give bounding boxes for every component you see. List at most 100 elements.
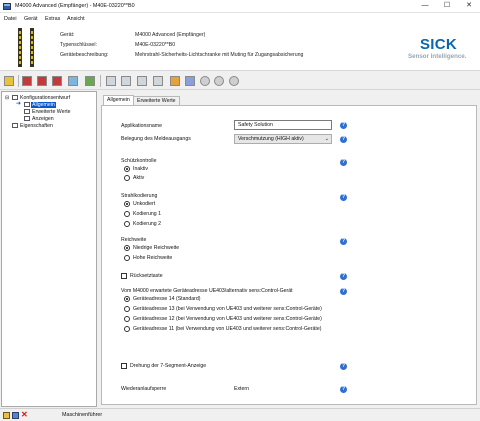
contactor-inactive-radio[interactable] bbox=[124, 166, 130, 172]
collapse-icon[interactable]: ⊟ bbox=[5, 95, 9, 101]
content-panel: Allgemein Erweiterte Werte Applikationsn… bbox=[100, 91, 480, 407]
contactor-active-label: Aktiv bbox=[133, 175, 145, 181]
status-bar: ✕ Maschinenführer bbox=[0, 408, 480, 421]
range-label: Reichweite bbox=[121, 237, 147, 243]
range-high-label: Hohe Reichweite bbox=[133, 255, 173, 261]
coding-none-label: Unkodiert bbox=[133, 201, 156, 207]
disabled-action-icon[interactable] bbox=[229, 76, 239, 86]
help-icon[interactable]: ? bbox=[340, 273, 347, 280]
help-icon[interactable]: ? bbox=[340, 386, 347, 393]
restart-value: Extern bbox=[234, 386, 249, 392]
tree-item-label: Erweiterte Werte bbox=[32, 109, 71, 115]
help-icon[interactable]: ? bbox=[340, 136, 347, 143]
output-select[interactable]: Verschmutzung (HIGH aktiv) ⌄ bbox=[234, 134, 332, 144]
document-icon bbox=[12, 95, 18, 100]
sick-tagline: Sensor Intelligence. bbox=[408, 53, 467, 60]
upload-icon[interactable] bbox=[106, 76, 116, 86]
beam-coding-label: Strahlkodierung bbox=[121, 193, 158, 199]
address-11-radio[interactable] bbox=[124, 326, 130, 332]
rotate-display-checkbox[interactable] bbox=[121, 363, 127, 369]
title-bar: M4000 Advanced (Empfänger) - M40E-03220*… bbox=[0, 0, 480, 13]
connection-icon bbox=[12, 412, 19, 419]
download-icon[interactable] bbox=[121, 76, 131, 86]
help-icon[interactable]: ? bbox=[340, 288, 347, 295]
network-icon[interactable] bbox=[185, 76, 195, 86]
address-12-radio[interactable] bbox=[124, 316, 130, 322]
address-11-label: Geräteadresse 11 (bei Verwendung von UE4… bbox=[133, 326, 322, 332]
window-title: M4000 Advanced (Empfänger) - M40E-03220*… bbox=[15, 3, 135, 9]
grid-icon[interactable] bbox=[153, 76, 163, 86]
coding-2-radio[interactable] bbox=[124, 221, 130, 227]
device-label: Gerät: bbox=[60, 32, 75, 38]
toolbar bbox=[0, 72, 480, 90]
restart-label: Wiederanlaufsperre bbox=[121, 386, 167, 392]
light-curtain-right-image bbox=[30, 28, 34, 67]
description-value: Mehrstrahl-Sicherheits-Lichtschranke mit… bbox=[135, 52, 304, 58]
type-key-label: Typenschlüssel: bbox=[60, 42, 97, 48]
menu-bar: Datei Gerät Extras Ansicht bbox=[0, 13, 480, 24]
help-icon[interactable]: ? bbox=[340, 194, 347, 201]
coding-1-radio[interactable] bbox=[124, 211, 130, 217]
maximize-button[interactable]: ☐ bbox=[436, 0, 458, 12]
device-header: Gerät: Typenschlüssel: Gerätebeschreibun… bbox=[0, 24, 480, 71]
configuration-tree: ⊟ Konfigurationsentwurf ➜ Allgemein Erwe… bbox=[1, 91, 97, 407]
disabled-action-icon[interactable] bbox=[200, 76, 210, 86]
contactor-inactive-label: Inaktiv bbox=[133, 166, 148, 172]
range-low-label: Niedrige Reichweite bbox=[133, 245, 180, 251]
coding-1-label: Kodierung 1 bbox=[133, 211, 161, 217]
user-key-icon[interactable] bbox=[170, 76, 180, 86]
address-14-label: Geräteadresse 14 (Standard) bbox=[133, 296, 201, 302]
sick-logo: SICK bbox=[420, 36, 458, 53]
reset-button-checkbox[interactable] bbox=[121, 273, 127, 279]
document-icon bbox=[24, 102, 30, 107]
reset-button-label: Rücksetztaste bbox=[130, 273, 163, 279]
device-status-icon bbox=[3, 412, 10, 419]
config-tool-icon[interactable] bbox=[4, 76, 14, 86]
tab-allgemein[interactable]: Allgemein bbox=[103, 95, 134, 105]
coding-2-label: Kodierung 2 bbox=[133, 221, 161, 227]
address-13-radio[interactable] bbox=[124, 306, 130, 312]
toolbar-separator bbox=[18, 75, 19, 87]
document-icon bbox=[24, 116, 30, 121]
app-name-label: Applikationsname bbox=[121, 123, 162, 129]
minimize-button[interactable]: — bbox=[414, 0, 436, 12]
window-icon[interactable] bbox=[37, 76, 47, 86]
device-value: M4000 Advanced (Empfänger) bbox=[135, 32, 206, 38]
address-13-label: Geräteadresse 13 (bei Verwendung von UE4… bbox=[133, 306, 322, 312]
contactor-active-radio[interactable] bbox=[124, 175, 130, 181]
address-12-label: Geräteadresse 12 (bei Verwendung von UE4… bbox=[133, 316, 322, 322]
compare-icon[interactable] bbox=[137, 76, 147, 86]
tab-erweiterte-werte[interactable]: Erweiterte Werte bbox=[133, 96, 180, 105]
light-curtain-left-image bbox=[18, 28, 22, 67]
chevron-down-icon: ⌄ bbox=[324, 136, 329, 142]
menu-geraet[interactable]: Gerät bbox=[24, 16, 37, 22]
device-window-icon[interactable] bbox=[22, 76, 32, 86]
help-icon[interactable]: ? bbox=[340, 122, 347, 129]
menu-datei[interactable]: Datei bbox=[4, 16, 17, 22]
tab-page-allgemein: Applikationsname Safety Solution ? Beleg… bbox=[101, 105, 477, 405]
app-name-input[interactable]: Safety Solution bbox=[234, 120, 332, 130]
menu-ansicht[interactable]: Ansicht bbox=[67, 16, 85, 22]
coding-none-radio[interactable] bbox=[124, 201, 130, 207]
range-low-radio[interactable] bbox=[124, 245, 130, 251]
user-level: Maschinenführer bbox=[62, 412, 103, 418]
range-high-radio[interactable] bbox=[124, 255, 130, 261]
document-icon bbox=[24, 109, 30, 114]
panel-icon[interactable] bbox=[52, 76, 62, 86]
disabled-action-icon[interactable] bbox=[214, 76, 224, 86]
help-icon[interactable]: ? bbox=[340, 238, 347, 245]
output-select-value: Verschmutzung (HIGH aktiv) bbox=[238, 136, 304, 142]
close-button[interactable]: ✕ bbox=[458, 0, 480, 12]
image-icon[interactable] bbox=[68, 76, 78, 86]
toolbar-separator bbox=[100, 75, 101, 87]
help-icon[interactable]: ? bbox=[340, 363, 347, 370]
address-label: Vom M4000 erwartete Geräteadresse UE403/… bbox=[121, 288, 293, 294]
chart-icon[interactable] bbox=[85, 76, 95, 86]
rotate-display-label: Drehung der 7-Segment-Anzeige bbox=[130, 363, 207, 369]
help-icon[interactable]: ? bbox=[340, 159, 347, 166]
menu-extras[interactable]: Extras bbox=[45, 16, 60, 22]
type-key-value: M40E-03220**B0 bbox=[135, 42, 176, 48]
address-14-radio[interactable] bbox=[124, 296, 130, 302]
tree-item-label: Allgemein bbox=[31, 102, 56, 108]
tree-root-label: Konfigurationsentwurf bbox=[20, 95, 71, 101]
